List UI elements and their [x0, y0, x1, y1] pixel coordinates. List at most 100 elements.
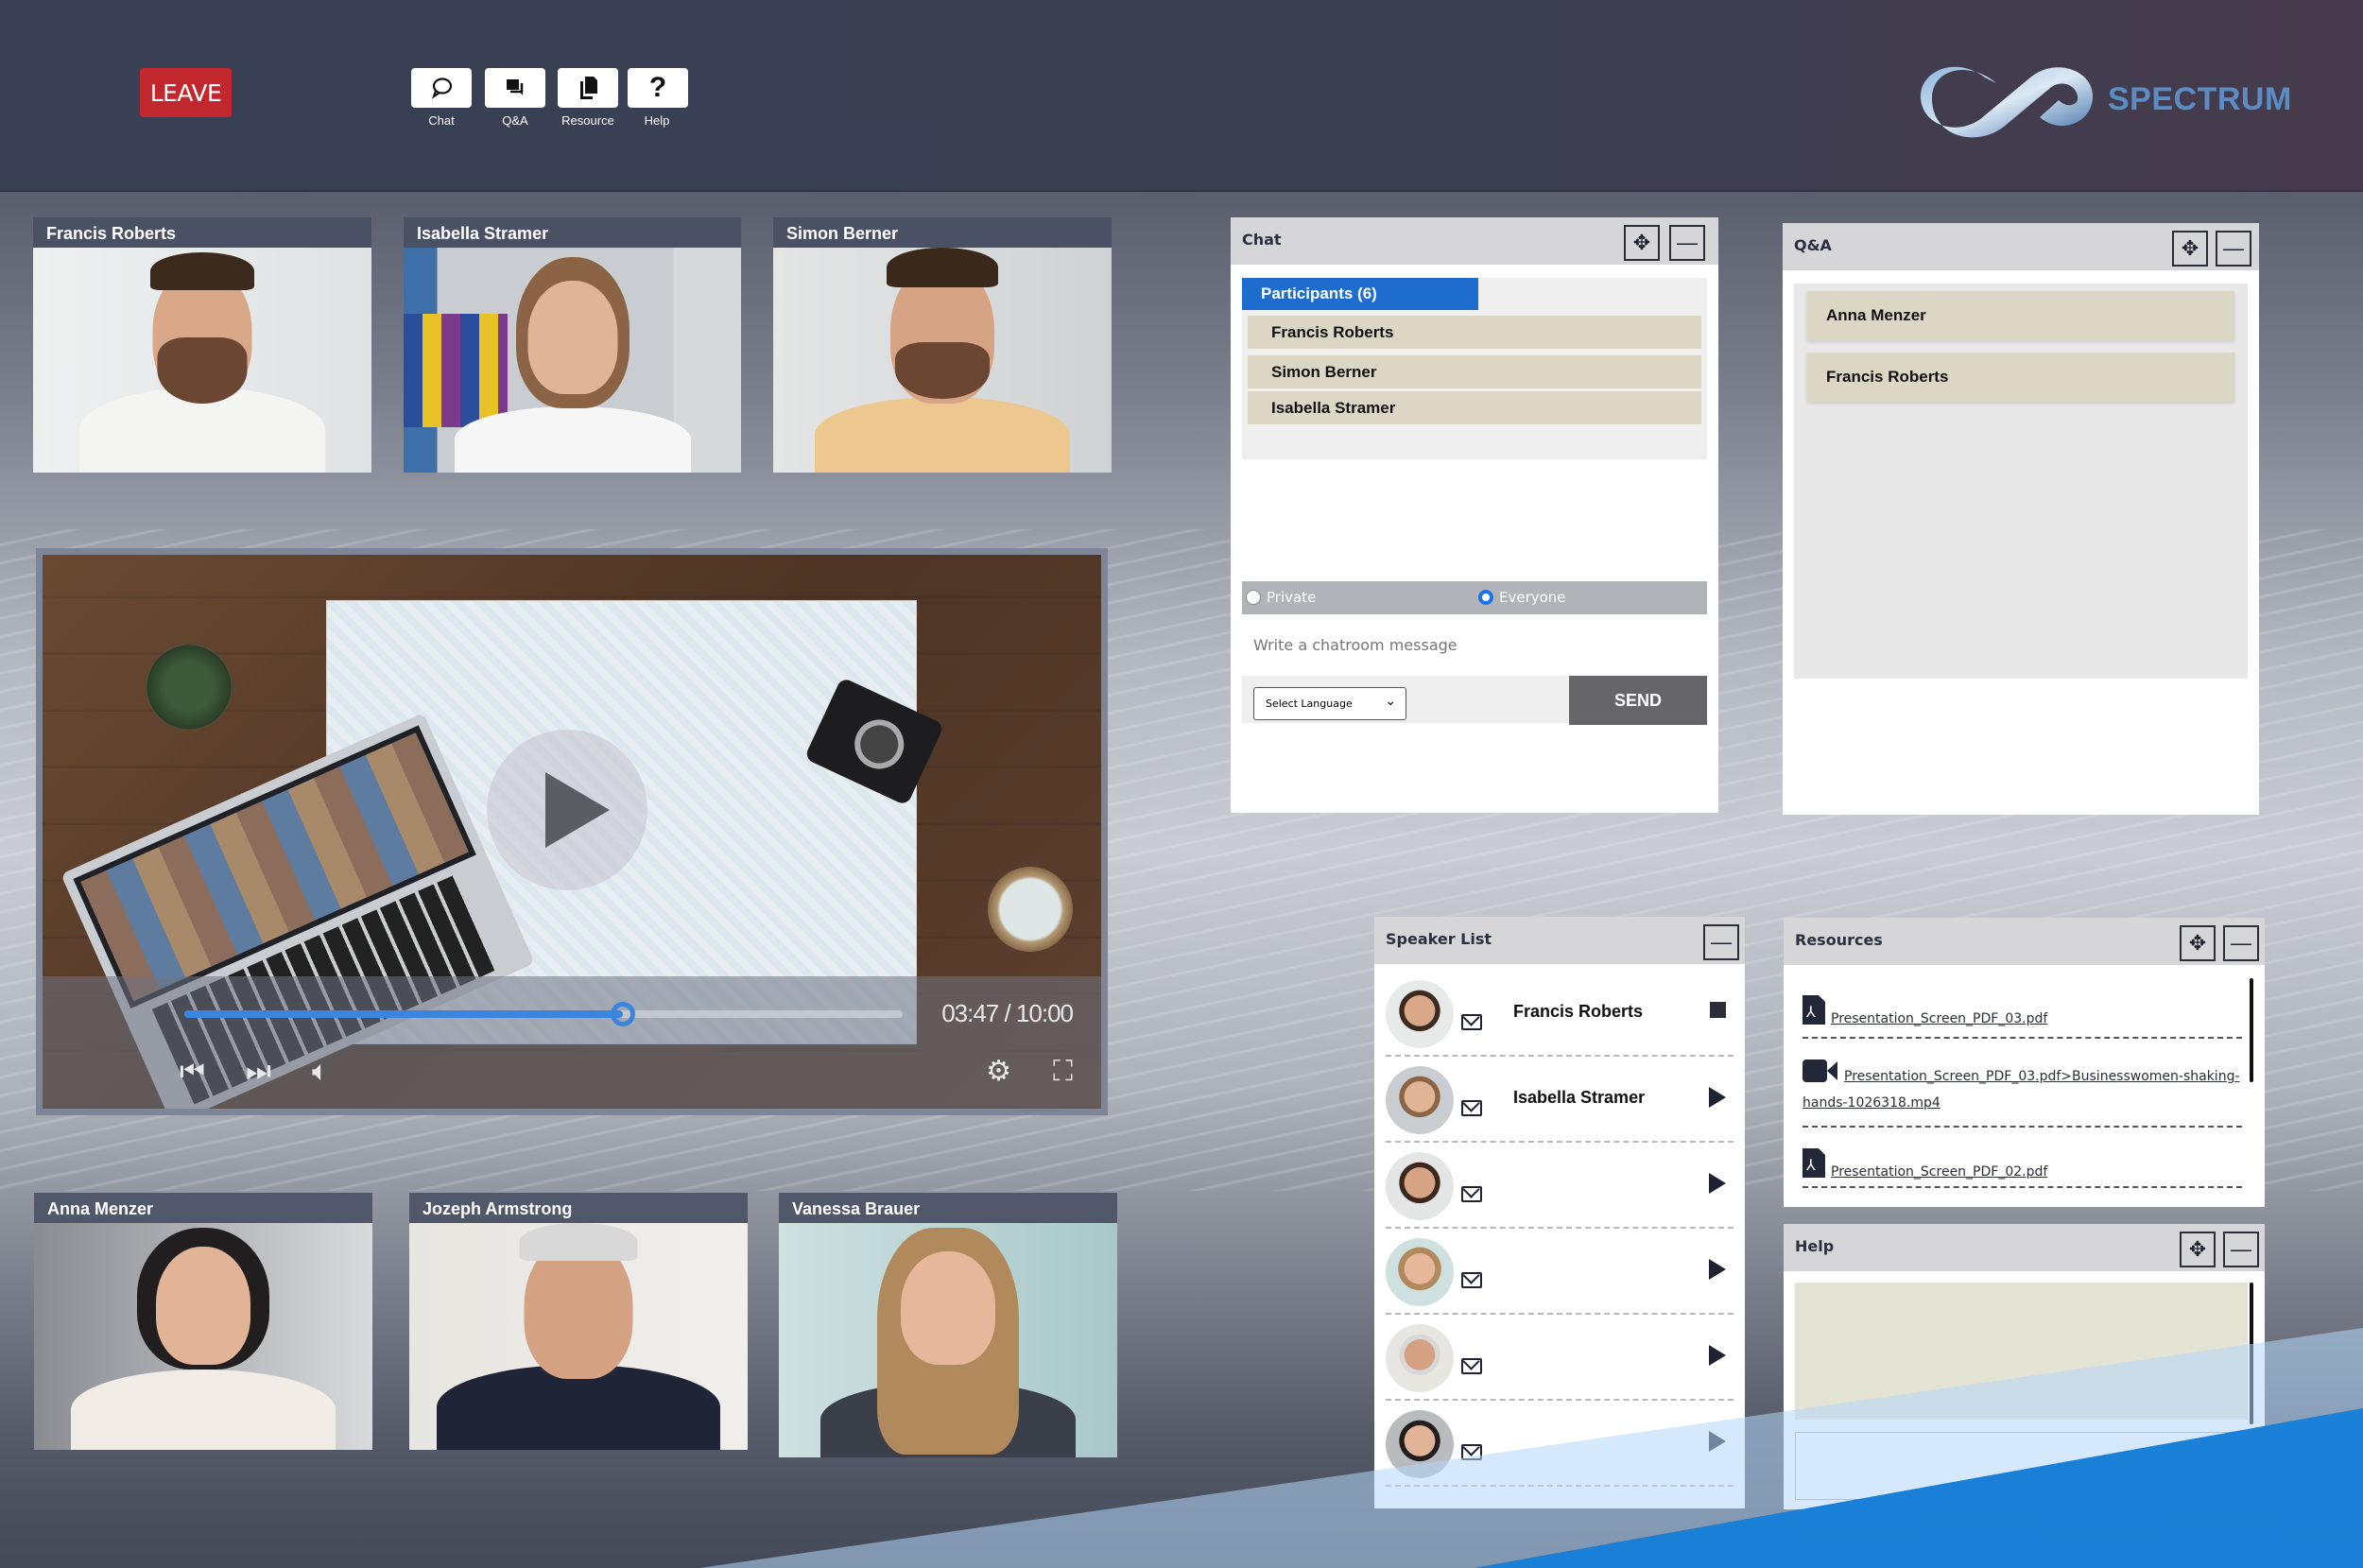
resource-link[interactable]: Presentation_Screen_PDF_02.pdf [1831, 1164, 2047, 1180]
fullscreen-icon[interactable]: ⛶ [1053, 1056, 1073, 1088]
resources-move-button[interactable]: ✥ [2180, 925, 2216, 961]
video-controls: 03:47 / 10:00 ⏮ ⏭ 🔈︎ ⚙ ⛶ [43, 976, 1101, 1109]
mail-icon[interactable] [1461, 1186, 1482, 1202]
toolbar-help-button[interactable]: ? [628, 68, 688, 108]
chat-minimize-button[interactable]: — [1669, 225, 1705, 261]
skip-forward-icon[interactable]: ⏭ [246, 1056, 271, 1088]
speaker-list-header: Speaker List — [1374, 917, 1745, 964]
participant-list-item[interactable]: Isabella Stramer [1248, 391, 1701, 424]
resources-scrollbar[interactable] [2250, 978, 2253, 1082]
chat-panel: Chat ✥ — Participants (6) Francis Robert… [1231, 217, 1718, 813]
qa-list-item[interactable]: Anna Menzer [1807, 291, 2234, 340]
video-progress-fill [184, 1010, 623, 1018]
audience-radio-group: Private Everyone [1242, 581, 1707, 614]
play-icon[interactable] [1709, 1345, 1726, 1366]
toolbar-resource-button[interactable] [558, 68, 618, 108]
help-move-button[interactable]: ✥ [2180, 1232, 2216, 1267]
qa-move-button[interactable]: ✥ [2172, 231, 2208, 267]
participant-tile[interactable]: Jozeph Armstrong [409, 1193, 748, 1450]
volume-icon[interactable]: 🔈︎ [312, 1056, 329, 1088]
leave-button[interactable]: LEAVE [140, 68, 232, 117]
participant-video [404, 248, 741, 473]
play-icon[interactable] [1709, 1173, 1726, 1194]
resources-panel: Resources ✥ — Presentation_Screen_PDF_03… [1784, 918, 2265, 1207]
radio-everyone-dot[interactable] [1478, 590, 1493, 605]
participant-list-item[interactable]: Simon Berner [1248, 355, 1701, 388]
participant-tile[interactable]: Simon Berner [773, 217, 1112, 473]
minus-icon: — [2223, 236, 2244, 260]
participants-tab[interactable]: Participants (6) [1242, 278, 1478, 310]
avatar [1386, 1324, 1454, 1392]
mail-icon[interactable] [1461, 1358, 1482, 1374]
mail-icon[interactable] [1461, 1272, 1482, 1288]
participant-tile[interactable]: Anna Menzer [34, 1193, 372, 1450]
speaker-row: Isabella Stramer [1386, 1057, 1733, 1143]
resources-minimize-button[interactable]: — [2223, 925, 2259, 961]
participant-tile[interactable]: Francis Roberts [33, 217, 371, 473]
video-progress-slider[interactable] [184, 1002, 903, 1026]
toolbar-qa-button[interactable] [485, 68, 545, 108]
speaker-row [1386, 1229, 1733, 1315]
resource-link[interactable]: Presentation_Screen_PDF_03.pdf>Businessw… [1802, 1069, 2240, 1111]
toolbar-qa-label: Q&A [502, 113, 528, 128]
move-arrows-icon: ✥ [2188, 931, 2207, 955]
video-progress-thumb[interactable] [610, 1002, 635, 1026]
avatar [1386, 1066, 1454, 1134]
radio-everyone[interactable]: Everyone [1478, 589, 1566, 606]
chevron-down-icon: ⌄ [1385, 694, 1396, 709]
resources-title: Resources [1795, 931, 1883, 949]
resource-item: Presentation_Screen_PDF_02.pdf [1802, 1141, 2242, 1188]
send-button[interactable]: SEND [1569, 676, 1707, 725]
chat-panel-title: Chat [1242, 231, 1282, 249]
participant-tile[interactable]: Isabella Stramer [404, 217, 741, 473]
avatar [1386, 1410, 1454, 1478]
qa-panel-title: Q&A [1794, 236, 1832, 254]
toolbar-resource-label: Resource [561, 113, 614, 128]
speaker-row [1386, 1143, 1733, 1229]
radio-private-dot[interactable] [1246, 590, 1261, 605]
move-arrows-icon: ✥ [2181, 236, 2199, 260]
help-minimize-button[interactable]: — [2223, 1232, 2259, 1267]
settings-gear-icon[interactable]: ⚙ [986, 1055, 1011, 1088]
resource-item: Presentation_Screen_PDF_03.pdf>Businessw… [1802, 1060, 2242, 1128]
participant-video [33, 248, 371, 473]
play-icon[interactable] [1709, 1431, 1726, 1452]
resources-header: Resources ✥ — [1784, 918, 2265, 965]
participant-video [779, 1223, 1117, 1457]
speaker-list-minimize-button[interactable]: — [1703, 924, 1739, 960]
resource-link[interactable]: Presentation_Screen_PDF_03.pdf [1831, 1011, 2047, 1026]
play-icon[interactable] [1709, 1259, 1726, 1280]
avatar [1386, 1238, 1454, 1306]
participant-tile[interactable]: Vanessa Brauer [779, 1193, 1117, 1457]
mail-icon[interactable] [1461, 1444, 1482, 1460]
language-select[interactable]: Select Language ⌄ [1253, 687, 1406, 720]
qa-panel-header: Q&A ✥ — [1783, 223, 2259, 270]
mail-icon[interactable] [1461, 1014, 1482, 1030]
chat-move-button[interactable]: ✥ [1624, 225, 1660, 261]
help-message-input[interactable] [1795, 1432, 2248, 1500]
skip-back-icon[interactable]: ⏮ [180, 1056, 205, 1088]
documents-icon [580, 77, 597, 99]
stop-icon[interactable] [1710, 1002, 1726, 1018]
video-player[interactable]: 03:47 / 10:00 ⏮ ⏭ 🔈︎ ⚙ ⛶ [36, 548, 1108, 1115]
radio-private-label: Private [1267, 589, 1317, 606]
video-plant [147, 645, 232, 730]
pdf-file-icon [1802, 1148, 1825, 1178]
help-scrollbar[interactable] [2250, 1283, 2253, 1424]
chat-message-input[interactable] [1242, 614, 1707, 676]
qa-bubbles-icon [507, 79, 524, 95]
participant-list-item[interactable]: Francis Roberts [1248, 316, 1701, 349]
avatar [1386, 1152, 1454, 1220]
qa-minimize-button[interactable]: — [2216, 231, 2251, 267]
play-icon[interactable] [1709, 1087, 1726, 1108]
avatar [1386, 980, 1454, 1048]
qa-panel: Q&A ✥ — Anna Menzer Francis Roberts [1783, 223, 2259, 815]
toolbar-chat-button[interactable] [411, 68, 472, 108]
speaker-list-title: Speaker List [1386, 930, 1492, 948]
qa-list-item[interactable]: Francis Roberts [1807, 353, 2234, 402]
radio-private[interactable]: Private [1246, 589, 1316, 606]
big-play-button[interactable] [487, 730, 647, 890]
mail-icon[interactable] [1461, 1100, 1482, 1116]
participant-video [34, 1223, 372, 1450]
video-time: 03:47 / 10:00 [941, 999, 1074, 1027]
